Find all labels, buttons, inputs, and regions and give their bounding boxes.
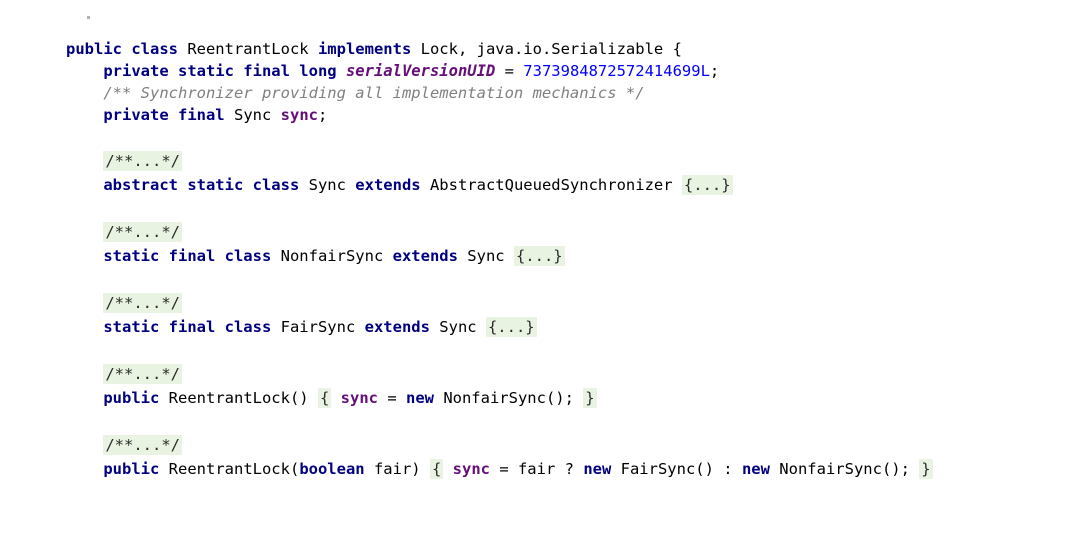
folded-region[interactable]: {...} (486, 317, 537, 337)
code-token (443, 460, 452, 478)
code-token: static final class (103, 247, 271, 265)
folded-region[interactable]: } (919, 459, 932, 479)
code-line: /**...*/ (66, 433, 933, 457)
code-token: AbstractQueuedSynchronizer (421, 176, 682, 194)
code-token: = (378, 389, 406, 407)
code-token: private static final long (103, 62, 336, 80)
code-line: static final class FairSync extends Sync… (66, 315, 933, 339)
indent (66, 460, 103, 478)
code-token: private final (103, 106, 224, 124)
code-token: extends (393, 247, 458, 265)
folded-region[interactable]: /**...*/ (103, 151, 182, 171)
code-line: /**...*/ (66, 220, 933, 244)
indent (66, 106, 103, 124)
code-token: ; (318, 106, 327, 124)
code-token: fair) (365, 460, 430, 478)
indent (66, 436, 103, 454)
code-token: new (406, 389, 434, 407)
code-token: = (495, 62, 523, 80)
code-token: public (103, 460, 159, 478)
code-line: public ReentrantLock(boolean fair) { syn… (66, 457, 933, 481)
folded-region[interactable]: { (430, 459, 443, 479)
indent (66, 152, 103, 170)
code-token (331, 389, 340, 407)
code-line: public ReentrantLock() { sync = new Nonf… (66, 386, 933, 410)
code-token: = fair ? (490, 460, 583, 478)
code-line: abstract static class Sync extends Abstr… (66, 173, 933, 197)
code-token: extends (355, 176, 420, 194)
indent (66, 247, 103, 265)
indent (66, 294, 103, 312)
indent (66, 176, 103, 194)
code-token: serialVersionUID (346, 62, 495, 80)
code-token: FairSync (271, 318, 364, 336)
folded-region[interactable]: /**...*/ (103, 222, 182, 242)
folded-region[interactable]: } (583, 388, 596, 408)
code-token: new (742, 460, 770, 478)
folded-region[interactable]: {...} (682, 175, 733, 195)
code-token: ; (710, 62, 719, 80)
code-line: private static final long serialVersionU… (66, 60, 933, 82)
code-token: Sync (225, 106, 281, 124)
code-token: Sync (299, 176, 355, 194)
code-token: ReentrantLock (178, 40, 318, 58)
indent (66, 223, 103, 241)
code-token: NonfairSync(); (434, 389, 583, 407)
code-line: /** Synchronizer providing all implement… (66, 82, 933, 104)
folded-region[interactable]: /**...*/ (103, 435, 182, 455)
code-token: sync (281, 106, 318, 124)
indent (66, 365, 103, 383)
code-line: /**...*/ (66, 291, 933, 315)
folded-region[interactable]: /**...*/ (103, 364, 182, 384)
code-token (337, 62, 346, 80)
code-token: NonfairSync (271, 247, 392, 265)
folded-region[interactable]: { (318, 388, 331, 408)
code-token: public (103, 389, 159, 407)
artifact-dot (87, 16, 90, 19)
code-token: sync (453, 460, 490, 478)
code-line: /**...*/ (66, 149, 933, 173)
code-line: static final class NonfairSync extends S… (66, 244, 933, 268)
code-token: ReentrantLock() (159, 389, 318, 407)
code-line: /**...*/ (66, 362, 933, 386)
code-line: private final Sync sync; (66, 104, 933, 126)
code-token: 7373984872572414699L (523, 62, 710, 80)
code-token: FairSync() : (611, 460, 742, 478)
code-token: Sync (430, 318, 486, 336)
code-token: Sync (458, 247, 514, 265)
folded-region[interactable]: /**...*/ (103, 293, 182, 313)
code-token: NonfairSync(); (770, 460, 919, 478)
code-token: static final class (103, 318, 271, 336)
code-line: public class ReentrantLock implements Lo… (66, 38, 933, 60)
code-token: extends (365, 318, 430, 336)
code-token: sync (341, 389, 378, 407)
code-token: public class (66, 40, 178, 58)
code-token: implements (318, 40, 411, 58)
indent (66, 318, 103, 336)
code-token: /** Synchronizer providing all implement… (103, 84, 644, 102)
code-token: Lock, java.io.Serializable { (411, 40, 682, 58)
indent (66, 84, 103, 102)
folded-region[interactable]: {...} (514, 246, 565, 266)
code-token: ReentrantLock( (159, 460, 299, 478)
code-token: abstract static class (103, 176, 299, 194)
code-token: boolean (299, 460, 364, 478)
indent (66, 62, 103, 80)
code-token: new (583, 460, 611, 478)
code-editor: public class ReentrantLock implements Lo… (66, 38, 933, 481)
indent (66, 389, 103, 407)
